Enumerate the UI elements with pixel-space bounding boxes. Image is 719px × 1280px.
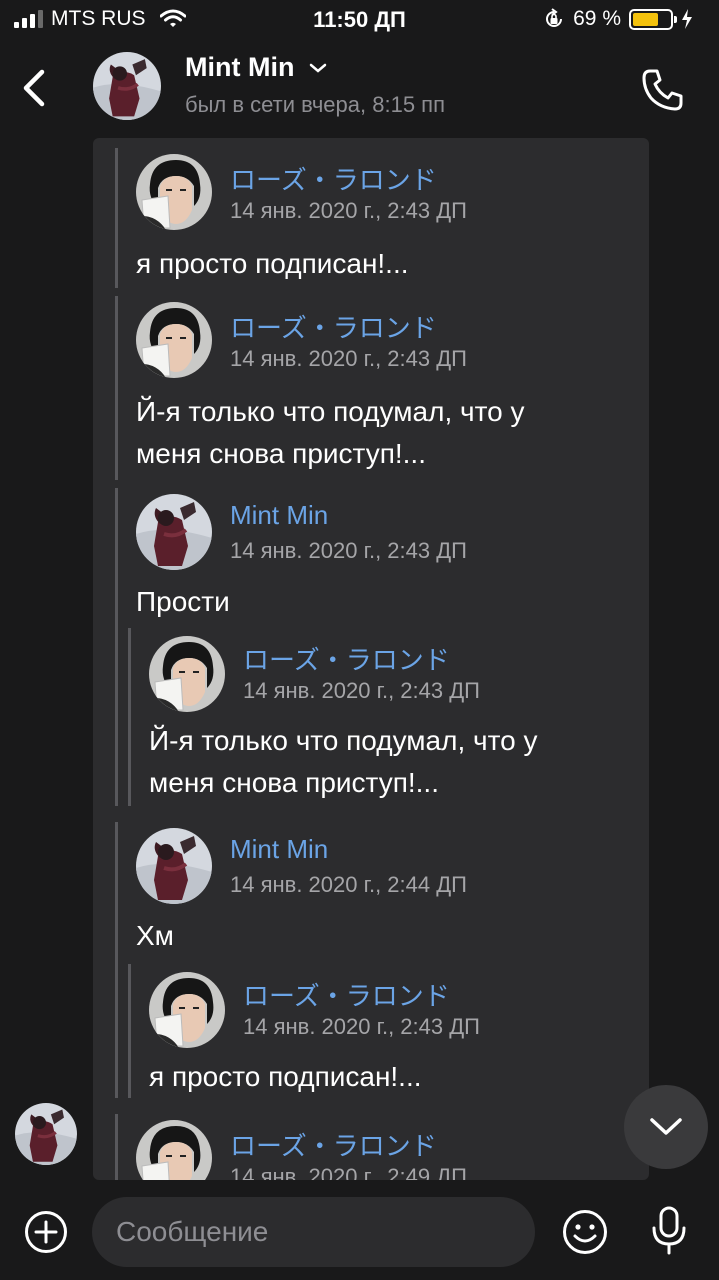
- message-text: меня снова приступ!...: [136, 438, 426, 469]
- chevron-down-icon: [650, 1118, 682, 1135]
- battery-icon: [629, 8, 677, 30]
- call-button[interactable]: [640, 67, 686, 113]
- avatar[interactable]: [136, 1120, 212, 1180]
- message-bubble[interactable]: ローズ・ラロンド 14 янв. 2020 г., 2:43 ДП я прос…: [93, 138, 649, 1180]
- message-input[interactable]: [92, 1197, 535, 1267]
- message-text: я просто подписан!...: [136, 248, 409, 279]
- battery-percent: 69 %: [573, 7, 621, 30]
- message-date: 14 янв. 2020 г., 2:44 ДП: [230, 872, 467, 897]
- message-text: меня снова приступ!...: [149, 767, 439, 798]
- forwarded-message: ローズ・ラロンド 14 янв. 2020 г., 2:49 ДП: [115, 1114, 635, 1180]
- author-name[interactable]: ローズ・ラロンド: [243, 976, 450, 1013]
- back-button[interactable]: [18, 68, 50, 108]
- message-date: 14 янв. 2020 г., 2:43 ДП: [243, 678, 480, 703]
- emoji-button[interactable]: [562, 1209, 608, 1255]
- message-text: Й-я только что подумал, что у: [149, 725, 538, 756]
- message-date: 14 янв. 2020 г., 2:43 ДП: [230, 198, 467, 223]
- quoted-message: ローズ・ラロンド 14 янв. 2020 г., 2:43 ДП Й-я то…: [128, 628, 618, 806]
- chat-header: Mint Min был в сети вчера, 8:15 пп: [0, 40, 719, 135]
- status-bar: MTS RUS 11:50 ДП 69 %: [0, 0, 719, 40]
- forwarded-message: ローズ・ラロンド 14 янв. 2020 г., 2:43 ДП я прос…: [115, 148, 635, 288]
- avatar[interactable]: [136, 494, 212, 570]
- author-name[interactable]: ローズ・ラロンド: [230, 160, 437, 197]
- charging-icon: [682, 9, 692, 29]
- forwarded-message: ローズ・ラロンド 14 янв. 2020 г., 2:43 ДП Й-я то…: [115, 296, 635, 480]
- author-name[interactable]: ローズ・ラロンド: [243, 640, 450, 677]
- message-date: 14 янв. 2020 г., 2:43 ДП: [243, 1014, 480, 1039]
- message-text: Прости: [136, 586, 230, 617]
- sender-avatar[interactable]: [15, 1103, 77, 1165]
- message-date: 14 янв. 2020 г., 2:49 ДП: [230, 1164, 467, 1180]
- message-text: Хм: [136, 920, 174, 951]
- scroll-down-button[interactable]: [624, 1085, 708, 1169]
- avatar[interactable]: [136, 154, 212, 230]
- attach-button[interactable]: [24, 1210, 68, 1254]
- avatar[interactable]: [149, 972, 225, 1048]
- message-composer: [0, 1180, 719, 1280]
- message-text: я просто подписан!...: [149, 1061, 422, 1092]
- chevron-down-icon: [310, 63, 327, 73]
- avatar[interactable]: [136, 302, 212, 378]
- author-name[interactable]: ローズ・ラロンド: [230, 1126, 437, 1163]
- contact-name: Mint Min: [185, 52, 295, 82]
- voice-message-button[interactable]: [650, 1206, 688, 1256]
- message-text: Й-я только что подумал, что у: [136, 396, 525, 427]
- contact-avatar[interactable]: [93, 52, 161, 120]
- author-name[interactable]: Mint Min: [230, 500, 328, 531]
- avatar[interactable]: [136, 828, 212, 904]
- rotation-lock-icon: [546, 8, 563, 27]
- author-name[interactable]: Mint Min: [230, 834, 328, 865]
- message-date: 14 янв. 2020 г., 2:43 ДП: [230, 538, 467, 563]
- forwarded-message: Mint Min 14 янв. 2020 г., 2:44 ДП Хм ローズ…: [115, 822, 635, 1098]
- message-date: 14 янв. 2020 г., 2:43 ДП: [230, 346, 467, 371]
- avatar[interactable]: [149, 636, 225, 712]
- contact-name-button[interactable]: Mint Min: [185, 52, 328, 83]
- forwarded-message: Mint Min 14 янв. 2020 г., 2:43 ДП Прости…: [115, 488, 635, 806]
- message-input-field[interactable]: [92, 1197, 535, 1267]
- author-name[interactable]: ローズ・ラロンド: [230, 308, 437, 345]
- quoted-message: ローズ・ラロンド 14 янв. 2020 г., 2:43 ДП я прос…: [128, 964, 618, 1098]
- last-seen-status: был в сети вчера, 8:15 пп: [185, 92, 445, 117]
